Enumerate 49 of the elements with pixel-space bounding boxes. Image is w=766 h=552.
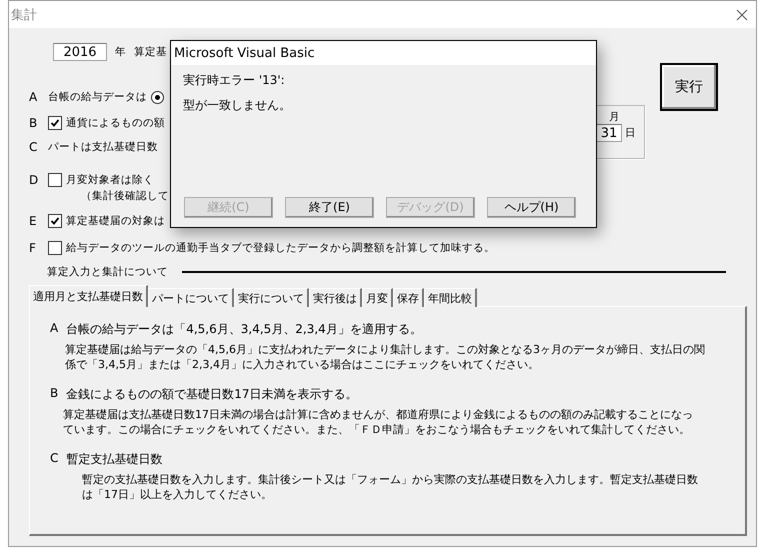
item-letter: B	[50, 386, 58, 402]
item-description: 算定基礎届は支払基礎日数17日未満の場合は計算に含めませんが、都道府県により金銭によるものの額のみ記載することになっています。この場合にチェックをいれてください。また、「ＦＤ申請」をおこなう場合もチェックをいれて集計してください。	[63, 407, 694, 437]
option-label: 通貨によるものの額	[66, 116, 165, 130]
option-label: 算定基礎届の対象は	[66, 214, 165, 228]
option-label: 月変対象者は除く	[66, 173, 154, 187]
month-label: 月	[609, 110, 620, 124]
window-title: 集計	[11, 6, 37, 24]
close-icon[interactable]	[736, 8, 748, 20]
tab[interactable]: 年間比較	[424, 288, 477, 307]
option-letter: B	[29, 116, 38, 130]
option-label: 台帳の給与データは	[48, 90, 147, 104]
year-label: 年	[115, 45, 126, 59]
tab[interactable]: パートについて	[148, 288, 234, 307]
option-letter: A	[29, 90, 38, 104]
option-label: パートは支払基礎日数	[48, 140, 158, 154]
execute-button[interactable]: 実行	[660, 63, 718, 111]
radio-button[interactable]	[151, 90, 164, 104]
item-heading: 台帳の給与データは「4,5,6月、3,4,5月、2,3,4月」を適用する。	[66, 321, 422, 338]
day-label: 日	[625, 126, 636, 140]
item-heading: 暫定支払基礎日数	[66, 451, 162, 468]
tab[interactable]: 保存	[393, 288, 424, 307]
checkbox[interactable]	[48, 214, 62, 228]
tab[interactable]: 月変	[362, 288, 393, 307]
dialog-title: Microsoft Visual Basic	[174, 46, 315, 60]
option-letter: F	[29, 241, 37, 255]
item-description: 暫定の支払基礎日数を入力します。集計後シート又は「フォーム」から実際の支払基礎日数を入力します。暫定支払基礎日数は「17日」以上を入力してください。	[82, 472, 699, 502]
error-message: 実行時エラー '13':	[183, 72, 286, 89]
day-field[interactable]: 31	[596, 124, 622, 142]
dialog-button[interactable]: ヘルプ(H)	[487, 197, 576, 218]
item-heading: 金銭によるものの額で基礎日数17日未満を表示する。	[66, 386, 358, 403]
tab[interactable]: 実行について	[234, 288, 309, 307]
tab[interactable]: 適用月と支払基礎日数	[29, 285, 148, 307]
option-letter: D	[29, 173, 40, 187]
option-letter: C	[29, 140, 38, 154]
section-title: 算定入力と集計について	[47, 265, 168, 279]
item-letter: C	[50, 451, 58, 467]
base-label: 算定基	[134, 45, 167, 59]
checkbox[interactable]	[48, 241, 62, 255]
option-label: 給与データのツールの通勤手当タブで登録したデータから調整額を計算して加味する。	[66, 241, 495, 255]
checkbox[interactable]	[48, 116, 62, 130]
item-letter: A	[50, 321, 58, 337]
option-letter: E	[29, 214, 38, 228]
option-note: （集計後確認して	[81, 189, 169, 204]
year-field[interactable]: 2016	[53, 43, 107, 61]
tab[interactable]: 実行後は	[309, 288, 362, 307]
item-description: 算定基礎届は給与データの「4,5,6月」に支払われたデータにより集計します。この対象となる3ヶ月のデータが締日、支払日の関係で「3,4,5月」または「2,3,4月」に入力されている場合はここにチェックをいれてください。	[65, 342, 705, 372]
dialog-button[interactable]: 終了(E)	[285, 197, 374, 218]
error-message: 型が一致しません。	[183, 97, 292, 114]
checkbox[interactable]	[48, 173, 62, 187]
